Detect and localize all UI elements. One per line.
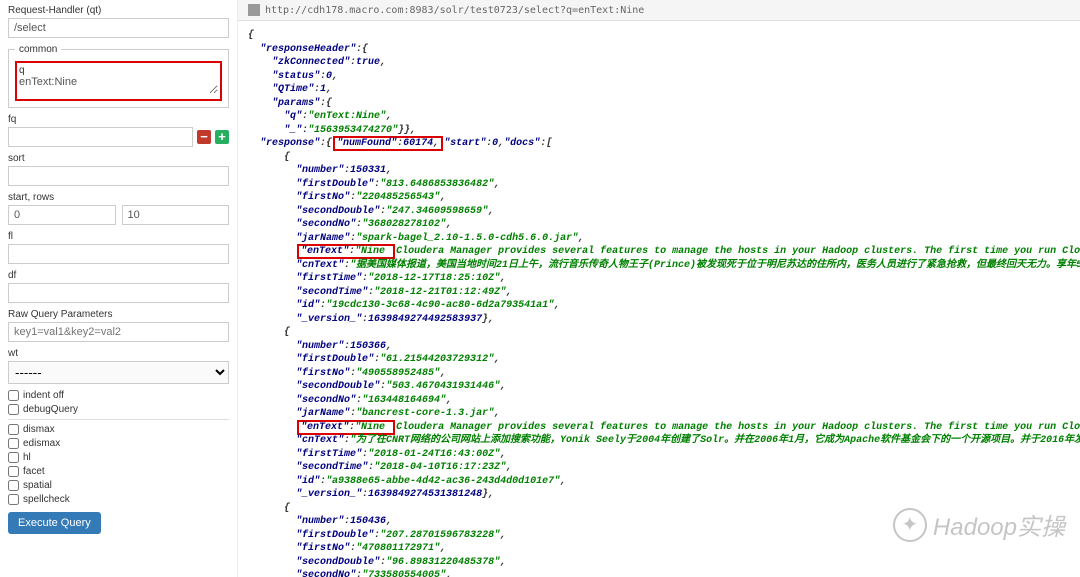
fq-label: fq xyxy=(8,114,229,125)
edismax-checkbox[interactable] xyxy=(8,438,19,449)
wechat-icon: ✦ xyxy=(893,508,927,542)
spatial-label: spatial xyxy=(23,480,52,491)
df-label: df xyxy=(8,270,229,281)
execute-query-button[interactable]: Execute Query xyxy=(8,512,101,534)
spatial-checkbox[interactable] xyxy=(8,480,19,491)
minus-icon[interactable]: − xyxy=(197,130,211,144)
fl-label: fl xyxy=(8,231,229,242)
q-input[interactable]: enText:Nine xyxy=(19,76,218,94)
raw-params-label: Raw Query Parameters xyxy=(8,309,229,320)
raw-params-input[interactable] xyxy=(8,322,229,342)
indent-checkbox[interactable] xyxy=(8,390,19,401)
wt-select[interactable]: ------ xyxy=(8,361,229,384)
indent-label: indent off xyxy=(23,390,64,401)
watermark: ✦ Hadoop实操 xyxy=(893,507,1065,542)
facet-label: facet xyxy=(23,466,45,477)
wt-label: wt xyxy=(8,348,229,359)
rows-input[interactable] xyxy=(122,205,230,225)
q-label: q xyxy=(19,65,218,76)
hl-checkbox[interactable] xyxy=(8,452,19,463)
start-rows-label: start, rows xyxy=(8,192,229,203)
fl-input[interactable] xyxy=(8,244,229,264)
spellcheck-label: spellcheck xyxy=(23,494,70,505)
debug-checkbox[interactable] xyxy=(8,404,19,415)
spellcheck-checkbox[interactable] xyxy=(8,494,19,505)
debug-label: debugQuery xyxy=(23,404,78,415)
common-legend: common xyxy=(15,44,61,55)
df-input[interactable] xyxy=(8,283,229,303)
facet-checkbox[interactable] xyxy=(8,466,19,477)
request-url[interactable]: http://cdh178.macro.com:8983/solr/test07… xyxy=(265,5,644,16)
fq-input[interactable] xyxy=(8,127,193,147)
plus-icon[interactable]: + xyxy=(215,130,229,144)
request-handler-input[interactable] xyxy=(8,18,229,38)
link-icon xyxy=(248,4,260,16)
dismax-checkbox[interactable] xyxy=(8,424,19,435)
hl-label: hl xyxy=(23,452,31,463)
sort-label: sort xyxy=(8,153,229,164)
edismax-label: edismax xyxy=(23,438,60,449)
json-response: { "responseHeader":{ "zkConnected":true,… xyxy=(238,21,1080,577)
start-input[interactable] xyxy=(8,205,116,225)
dismax-label: dismax xyxy=(23,424,55,435)
sort-input[interactable] xyxy=(8,166,229,186)
request-handler-label: Request-Handler (qt) xyxy=(8,5,229,16)
